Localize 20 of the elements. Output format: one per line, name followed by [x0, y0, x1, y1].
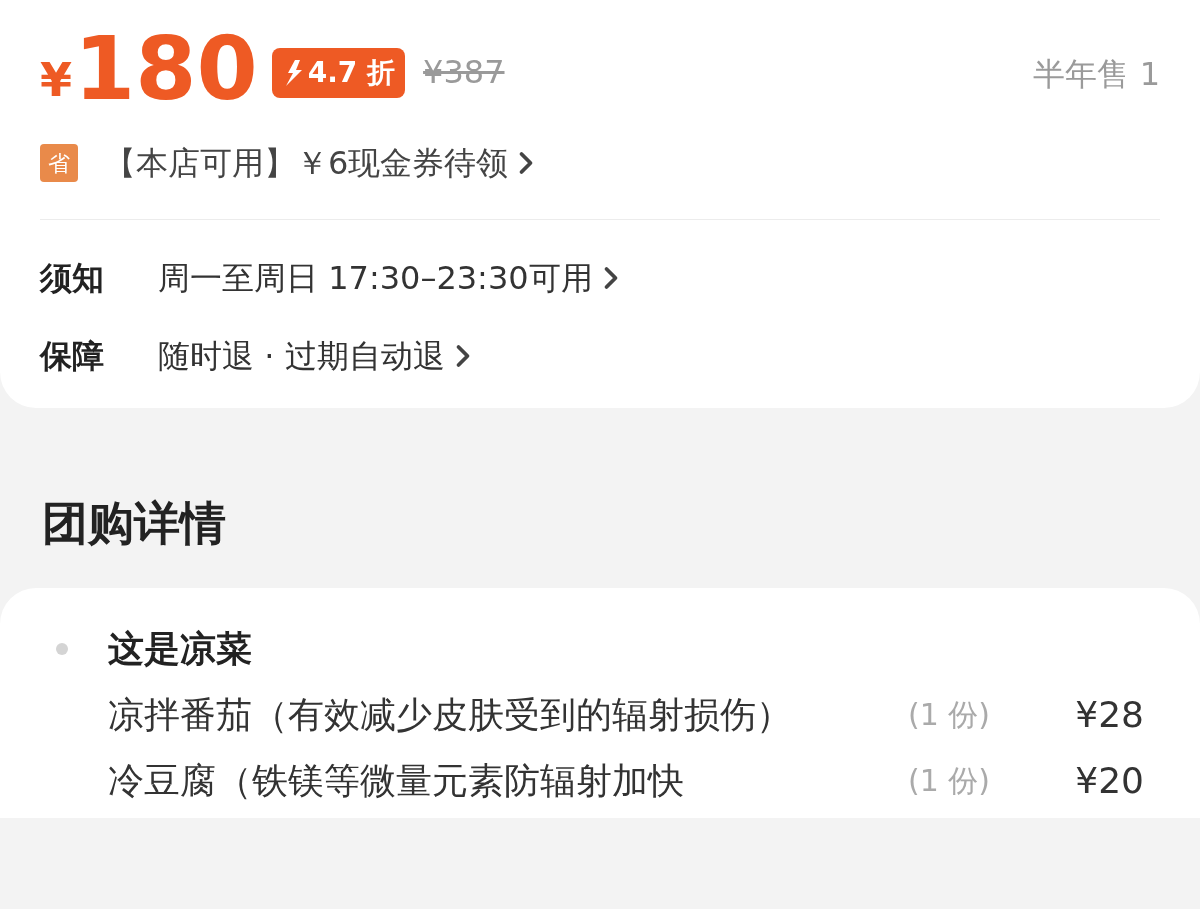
- coupon-link[interactable]: 【本店可用】￥6现金券待领: [104, 139, 545, 187]
- save-icon: 省: [40, 144, 78, 182]
- sales-count: 半年售 1: [1033, 53, 1160, 95]
- info-label: 保障: [40, 336, 105, 377]
- section-title: 团购详情: [41, 495, 227, 552]
- dish-quantity: (1 份): [908, 762, 992, 800]
- dish-price: ¥20: [1075, 759, 1144, 803]
- dish-name: 冷豆腐（铁镁等微量元素防辐射加快: [108, 759, 685, 803]
- price-currency: ¥: [40, 52, 72, 109]
- price-amount: 180: [74, 24, 258, 113]
- dish-quantity: (1 份): [908, 696, 992, 734]
- group-title: 这是凉菜: [108, 627, 252, 671]
- info-link[interactable]: 随时退 · 过期自动退: [158, 332, 481, 380]
- info-link[interactable]: 周一至周日 17:30–23:30可用: [158, 254, 629, 302]
- bullet-icon: [56, 643, 68, 655]
- discount-badge: 4.7 折: [271, 47, 406, 98]
- original-price: ¥387: [423, 51, 505, 93]
- info-label: 须知: [40, 258, 105, 299]
- dish-name: 凉拌番茄（有效减少皮肤受到的辐射损伤）: [108, 693, 793, 737]
- dish-price: ¥28: [1075, 693, 1144, 737]
